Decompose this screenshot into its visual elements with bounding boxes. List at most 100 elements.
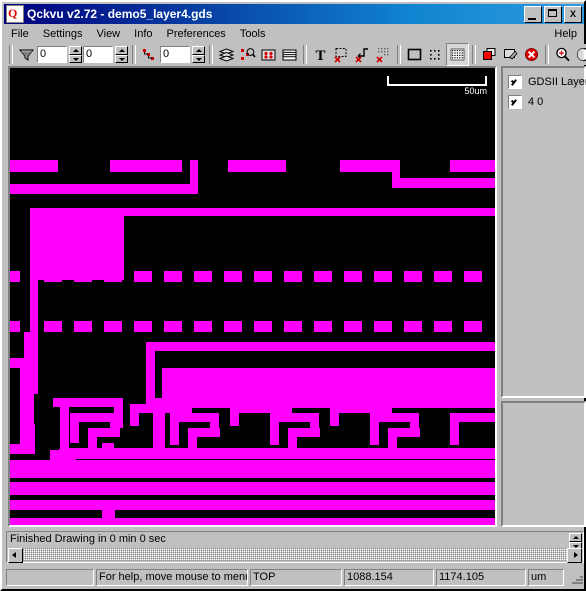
hierarchy-spinner[interactable]: 0 bbox=[160, 46, 205, 63]
units-field: um bbox=[528, 569, 564, 586]
gds-shape bbox=[450, 413, 459, 445]
gds-shape bbox=[104, 271, 122, 282]
layer-row[interactable]: 4 0 bbox=[508, 94, 584, 110]
gds-shape bbox=[404, 271, 422, 282]
gds-shape bbox=[44, 271, 62, 282]
gds-shape bbox=[102, 510, 115, 518]
lines-icon[interactable] bbox=[279, 44, 300, 65]
layer-list-panel[interactable]: GDSII Layer 4 0 bbox=[501, 66, 586, 398]
menu-settings[interactable]: Settings bbox=[36, 27, 90, 41]
level-spinner-arrows[interactable] bbox=[115, 46, 128, 63]
app-icon: Q bbox=[6, 5, 24, 23]
path-no-icon[interactable] bbox=[352, 44, 373, 65]
toolbar-separator-3 bbox=[209, 45, 213, 64]
layout-canvas-frame[interactable]: 50um bbox=[8, 66, 497, 527]
gds-shape bbox=[374, 321, 392, 332]
level-spinner[interactable]: 0 bbox=[83, 46, 128, 63]
box-no-icon[interactable] bbox=[331, 44, 352, 65]
menu-info[interactable]: Info bbox=[127, 27, 159, 41]
log-scroll-up-arrow[interactable] bbox=[569, 533, 582, 542]
gds-shape bbox=[344, 271, 362, 282]
menu-preferences[interactable]: Preferences bbox=[160, 27, 233, 41]
gds-shape bbox=[194, 271, 212, 282]
inspect-layers-icon[interactable] bbox=[237, 44, 258, 65]
gdsii-layer-checkbox[interactable] bbox=[508, 75, 522, 89]
gds-shape bbox=[134, 271, 152, 282]
minimize-button[interactable] bbox=[524, 5, 542, 23]
hierarchy-spinner-arrows[interactable] bbox=[192, 46, 205, 63]
gds-shape bbox=[10, 160, 58, 172]
menu-help[interactable]: Help bbox=[547, 27, 584, 41]
edit-layer-icon[interactable] bbox=[500, 44, 521, 65]
secondary-panel[interactable] bbox=[501, 401, 586, 527]
grid-dots-icon[interactable] bbox=[258, 44, 279, 65]
gds-cut bbox=[10, 510, 495, 518]
log-scroll-right-arrow[interactable] bbox=[567, 548, 582, 563]
toolbar-separator-6 bbox=[472, 45, 476, 64]
log-scroll-left-arrow[interactable] bbox=[8, 548, 23, 563]
hierarchy-down-arrow[interactable] bbox=[192, 54, 205, 63]
gds-shape bbox=[388, 428, 397, 450]
gds-shape bbox=[10, 486, 495, 495]
window-title: Qckvu v2.72 - demo5_layer4.gds bbox=[27, 7, 213, 21]
menu-view[interactable]: View bbox=[89, 27, 127, 41]
resize-grip[interactable] bbox=[570, 571, 584, 585]
y-coord-field: 1174.105 bbox=[436, 569, 526, 586]
gds-shape bbox=[284, 321, 302, 332]
text-icon[interactable]: T bbox=[310, 44, 331, 65]
layout-canvas[interactable]: 50um bbox=[10, 68, 495, 525]
scale-bar: 50um bbox=[387, 76, 487, 98]
funnel-icon[interactable] bbox=[16, 44, 37, 65]
zoom-moon-icon[interactable] bbox=[573, 44, 586, 65]
gds-shape bbox=[434, 321, 452, 332]
gds-shape bbox=[464, 271, 482, 282]
hierarchy-input[interactable]: 0 bbox=[160, 46, 190, 63]
gds-shape bbox=[254, 271, 272, 282]
dotted-fill-icon[interactable] bbox=[425, 44, 446, 65]
copy-layer-icon[interactable] bbox=[479, 44, 500, 65]
gds-shape bbox=[404, 321, 422, 332]
delete-icon[interactable] bbox=[521, 44, 542, 65]
depth-spinner-arrows[interactable] bbox=[69, 46, 82, 63]
gds-shape bbox=[88, 428, 97, 450]
hierarchy-up-arrow[interactable] bbox=[192, 46, 205, 55]
maximize-button[interactable] bbox=[544, 5, 562, 23]
log-horizontal-scrollbar[interactable] bbox=[8, 548, 582, 563]
hierarchy-icon[interactable] bbox=[139, 44, 160, 65]
qckvu-window: Q Qckvu v2.72 - demo5_layer4.gds X File … bbox=[0, 0, 586, 591]
gds-shape bbox=[102, 443, 114, 451]
gds-shape bbox=[74, 321, 92, 332]
level-input[interactable]: 0 bbox=[83, 46, 113, 63]
gds-shape bbox=[344, 321, 362, 332]
log-scroll-track[interactable] bbox=[23, 548, 567, 561]
menu-file[interactable]: File bbox=[4, 27, 36, 41]
level-down-arrow[interactable] bbox=[115, 54, 128, 63]
layer-4-0-checkbox[interactable] bbox=[508, 95, 522, 109]
toolbar-separator-7 bbox=[545, 45, 549, 64]
layer-header-row[interactable]: GDSII Layer bbox=[508, 74, 586, 90]
gds-shape bbox=[44, 321, 62, 332]
close-button[interactable]: X bbox=[564, 5, 582, 23]
depth-up-arrow[interactable] bbox=[69, 46, 82, 55]
toolbar: 0 0 0 T bbox=[4, 43, 586, 66]
log-pane[interactable]: Finished Drawing in 0 min 0 sec bbox=[6, 531, 584, 563]
outline-icon[interactable] bbox=[404, 44, 425, 65]
gds-shape bbox=[228, 160, 286, 172]
fill-no-icon[interactable] bbox=[373, 44, 394, 65]
gds-shape bbox=[146, 342, 155, 404]
depth-spinner[interactable]: 0 bbox=[37, 46, 82, 63]
level-up-arrow[interactable] bbox=[115, 46, 128, 55]
gds-shape bbox=[10, 321, 20, 332]
gds-shape bbox=[134, 321, 152, 332]
solid-fill-icon[interactable] bbox=[446, 43, 469, 66]
depth-down-arrow[interactable] bbox=[69, 54, 82, 63]
menu-tools[interactable]: Tools bbox=[233, 27, 273, 41]
zoom-in-icon[interactable] bbox=[552, 44, 573, 65]
gds-shape bbox=[434, 271, 452, 282]
gds-shape bbox=[254, 321, 272, 332]
depth-input[interactable]: 0 bbox=[37, 46, 67, 63]
gds-shape bbox=[10, 464, 495, 478]
title-bar[interactable]: Q Qckvu v2.72 - demo5_layer4.gds X bbox=[4, 4, 584, 24]
layers-icon[interactable] bbox=[216, 44, 237, 65]
gds-shape bbox=[340, 160, 398, 172]
